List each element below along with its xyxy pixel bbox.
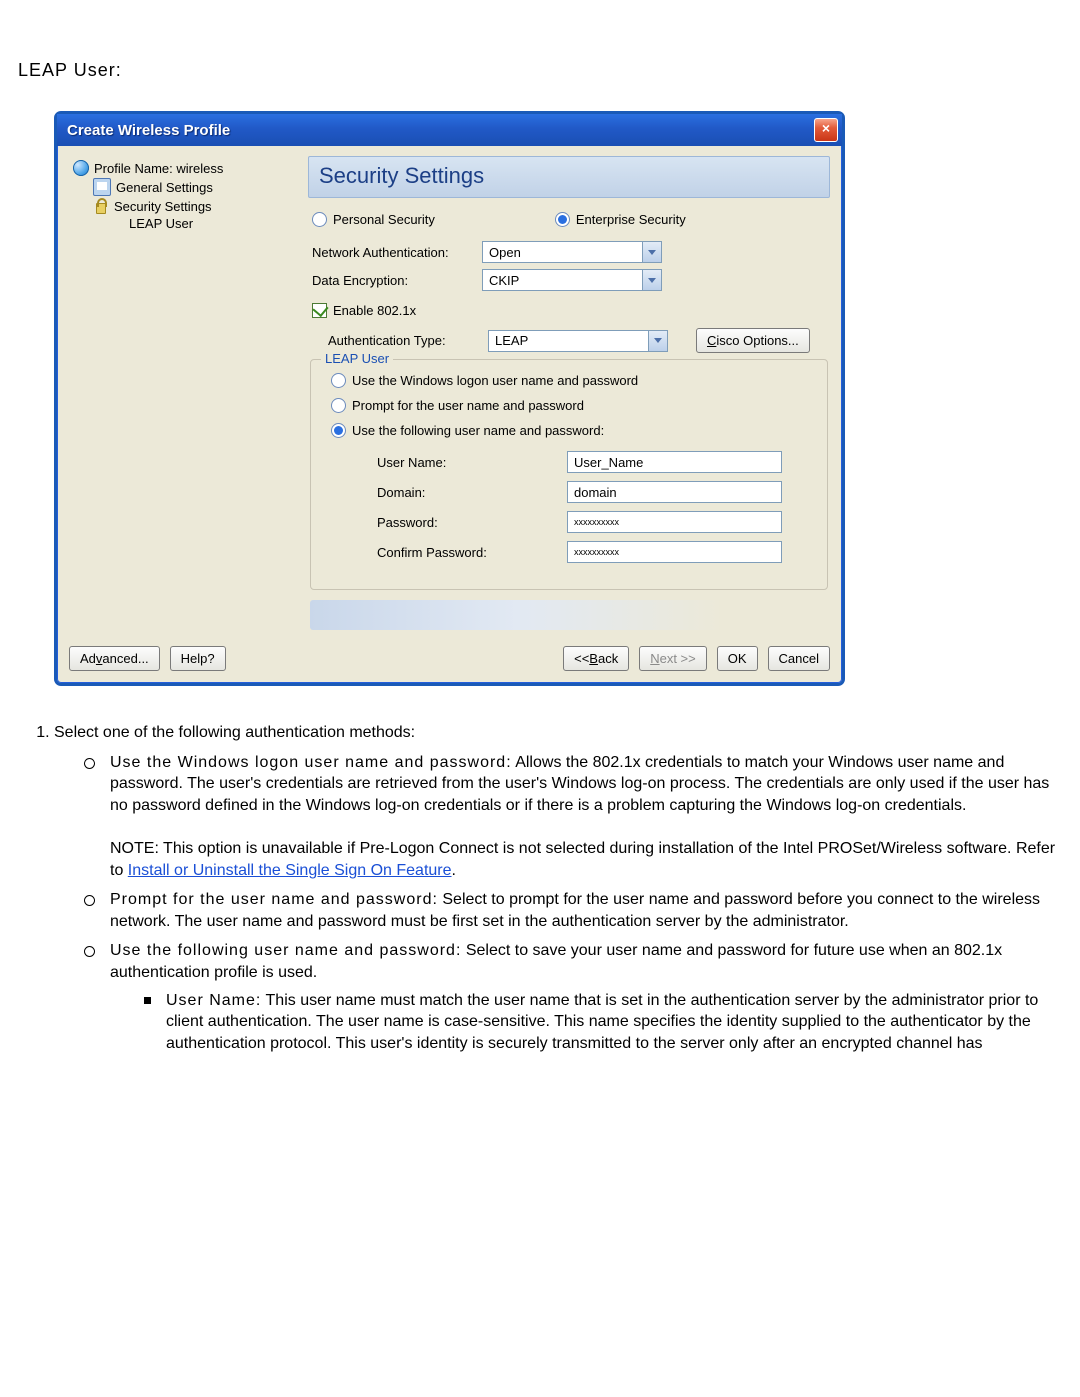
checkbox-enable-8021x[interactable]: Enable 802.1x bbox=[312, 303, 416, 318]
label-authentication-type: Authentication Type: bbox=[312, 333, 488, 348]
btn-label: B bbox=[589, 651, 598, 666]
close-icon[interactable]: × bbox=[814, 118, 838, 142]
nav-tree: Profile Name: wireless General Settings … bbox=[69, 156, 302, 630]
radio-label: Enterprise Security bbox=[576, 212, 686, 227]
radio-use-following-credentials[interactable]: Use the following user name and password… bbox=[331, 423, 604, 438]
radio-icon bbox=[331, 373, 346, 388]
tree-label: Security Settings bbox=[114, 199, 212, 214]
tree-security-settings[interactable]: Security Settings bbox=[93, 198, 298, 214]
cisco-options-button[interactable]: Cisco Options... bbox=[696, 328, 810, 353]
ok-button[interactable]: OK bbox=[717, 646, 758, 671]
btn-label: ack bbox=[598, 651, 618, 666]
checkbox-icon bbox=[312, 303, 327, 318]
label-data-encryption: Data Encryption: bbox=[312, 273, 482, 288]
doc-step-1: Select one of the following authenticati… bbox=[54, 722, 1066, 1054]
back-button[interactable]: << Back bbox=[563, 646, 629, 671]
dialog-footer: Advanced... Help? << Back Next >> OK Can… bbox=[57, 638, 842, 683]
checkbox-label: Enable 802.1x bbox=[333, 303, 416, 318]
dialog-title: Create Wireless Profile bbox=[67, 122, 230, 139]
panel-title: Security Settings bbox=[308, 156, 830, 198]
tree-label: LEAP User bbox=[129, 216, 193, 231]
cancel-button[interactable]: Cancel bbox=[768, 646, 830, 671]
input-user-name[interactable] bbox=[567, 451, 782, 473]
select-value: CKIP bbox=[489, 273, 519, 288]
tree-leap-user[interactable]: LEAP User bbox=[129, 216, 298, 231]
label-domain: Domain: bbox=[377, 485, 567, 500]
next-button: Next >> bbox=[639, 646, 707, 671]
titlebar: Create Wireless Profile × bbox=[57, 114, 842, 146]
doc-text: Select one of the following authenticati… bbox=[54, 724, 415, 741]
input-confirm-password[interactable] bbox=[567, 541, 782, 563]
tree-label: General Settings bbox=[116, 180, 213, 195]
doc-text: Use the Windows logon user name and pass… bbox=[110, 754, 512, 771]
tree-label: Profile Name: wireless bbox=[94, 161, 223, 176]
doc-bullet-windows-logon: Use the Windows logon user name and pass… bbox=[84, 752, 1066, 882]
radio-icon bbox=[555, 212, 570, 227]
advanced-button[interactable]: Advanced... bbox=[69, 646, 160, 671]
help-button[interactable]: Help? bbox=[170, 646, 226, 671]
radio-label: Use the following user name and password… bbox=[352, 423, 604, 438]
radio-prompt-credentials[interactable]: Prompt for the user name and password bbox=[331, 398, 584, 413]
input-password[interactable] bbox=[567, 511, 782, 533]
page-heading: LEAP User: bbox=[18, 60, 1066, 81]
fieldset-legend: LEAP User bbox=[321, 351, 393, 366]
tree-profile-root[interactable]: Profile Name: wireless bbox=[73, 160, 298, 176]
btn-label: Ad bbox=[80, 651, 96, 666]
radio-icon bbox=[312, 212, 327, 227]
radio-label: Prompt for the user name and password bbox=[352, 398, 584, 413]
radio-use-windows-logon[interactable]: Use the Windows logon user name and pass… bbox=[331, 373, 638, 388]
radio-personal-security[interactable]: Personal Security bbox=[312, 212, 435, 227]
decorative-bar bbox=[310, 600, 828, 630]
doc-text: This user name must match the user name … bbox=[166, 992, 1038, 1052]
chevron-down-icon bbox=[648, 331, 667, 351]
label-user-name: User Name: bbox=[377, 455, 567, 470]
btn-label: N bbox=[650, 651, 659, 666]
btn-label: isco Options... bbox=[716, 333, 798, 348]
tree-general-settings[interactable]: General Settings bbox=[93, 178, 298, 196]
chevron-down-icon bbox=[642, 270, 661, 290]
btn-label: << bbox=[574, 651, 589, 666]
label-password: Password: bbox=[377, 515, 567, 530]
doc-subbullet-user-name: User Name: This user name must match the… bbox=[144, 990, 1066, 1055]
dialog-create-wireless-profile: Create Wireless Profile × Profile Name: … bbox=[54, 111, 845, 686]
btn-label: ext >> bbox=[660, 651, 696, 666]
doc-text: Use the following user name and password… bbox=[110, 942, 461, 959]
label-confirm-password: Confirm Password: bbox=[377, 545, 567, 560]
doc-text: Prompt for the user name and password: bbox=[110, 891, 438, 908]
doc-text: . bbox=[452, 862, 456, 879]
select-data-encryption[interactable]: CKIP bbox=[482, 269, 662, 291]
select-value: LEAP bbox=[495, 333, 528, 348]
doc-bullet-prompt: Prompt for the user name and password: S… bbox=[84, 889, 1066, 932]
documentation-text: Select one of the following authenticati… bbox=[28, 722, 1066, 1054]
btn-label: anced... bbox=[102, 651, 148, 666]
fieldset-leap-user: LEAP User Use the Windows logon user nam… bbox=[310, 359, 828, 590]
radio-icon bbox=[331, 423, 346, 438]
select-value: Open bbox=[489, 245, 521, 260]
computer-icon bbox=[93, 178, 111, 196]
label-network-authentication: Network Authentication: bbox=[312, 245, 482, 260]
doc-text: User Name: bbox=[166, 992, 261, 1009]
doc-bullet-following: Use the following user name and password… bbox=[84, 940, 1066, 1054]
input-domain[interactable] bbox=[567, 481, 782, 503]
radio-label: Personal Security bbox=[333, 212, 435, 227]
radio-enterprise-security[interactable]: Enterprise Security bbox=[555, 212, 686, 227]
link-install-sso[interactable]: Install or Uninstall the Single Sign On … bbox=[128, 862, 452, 879]
chevron-down-icon bbox=[642, 242, 661, 262]
select-network-authentication[interactable]: Open bbox=[482, 241, 662, 263]
radio-label: Use the Windows logon user name and pass… bbox=[352, 373, 638, 388]
select-authentication-type[interactable]: LEAP bbox=[488, 330, 668, 352]
lock-icon bbox=[93, 198, 109, 214]
globe-icon bbox=[73, 160, 89, 176]
radio-icon bbox=[331, 398, 346, 413]
